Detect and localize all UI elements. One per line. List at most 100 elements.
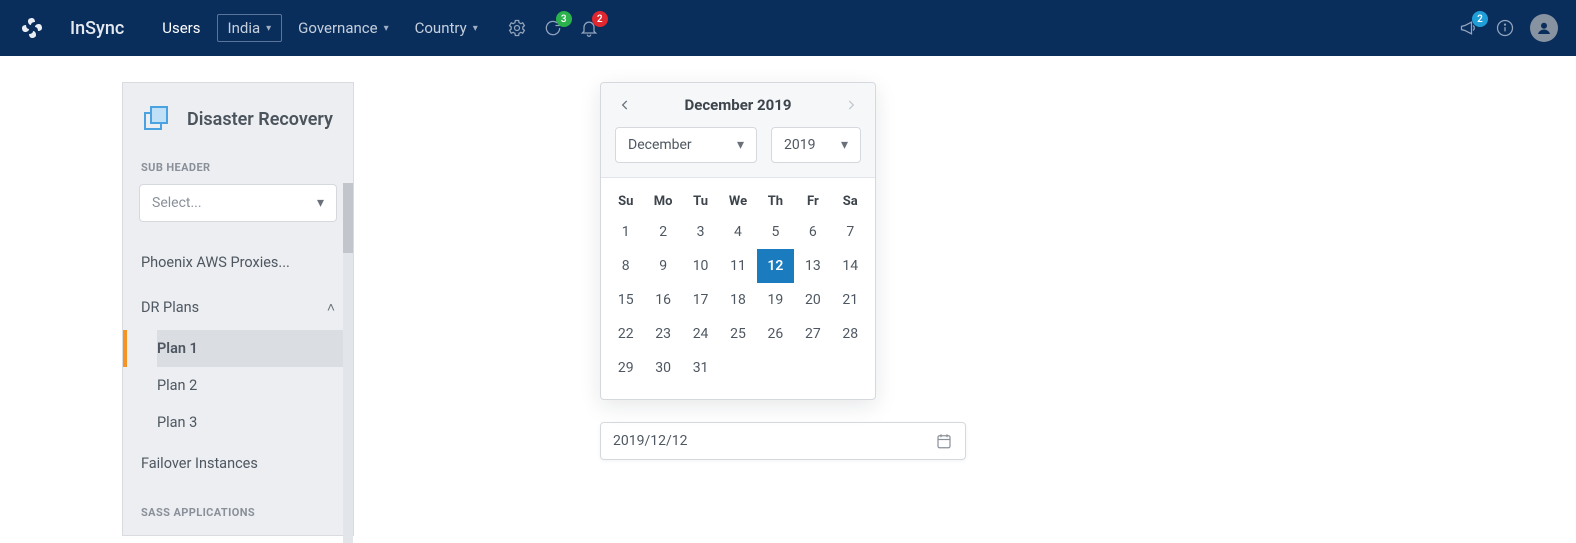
nav-item-label: Users (162, 19, 200, 37)
calendar-day[interactable]: 27 (794, 317, 831, 351)
calendar-day[interactable]: 18 (719, 283, 756, 317)
calendar-week-row: 891011121314 (607, 249, 869, 283)
nav-india[interactable]: India▾ (217, 14, 283, 42)
calendar-day[interactable]: 20 (794, 283, 831, 317)
calendar-day[interactable]: 24 (682, 317, 719, 351)
calendar-year-value: 2019 (784, 137, 815, 153)
calendar-day[interactable]: 29 (607, 351, 644, 385)
calendar-day[interactable]: 19 (757, 283, 794, 317)
sidebar-scroll-thumb[interactable] (343, 183, 353, 253)
calendar-day[interactable]: 1 (607, 215, 644, 249)
calendar-day[interactable]: 13 (794, 249, 831, 283)
sidebar-item-label: Failover Instances (141, 455, 258, 472)
calendar-grid: SuMoTuWeThFrSa 1234567891011121314151617… (601, 178, 875, 399)
chevron-down-icon: ▾ (841, 137, 848, 153)
calendar-day[interactable]: 16 (644, 283, 681, 317)
calendar-weekday: Su (607, 188, 644, 215)
calendar-day[interactable]: 6 (794, 215, 831, 249)
calendar-empty (832, 351, 869, 385)
date-input-field[interactable] (613, 433, 935, 449)
sidebar: Disaster Recovery SUB HEADER Select... ▾… (122, 82, 354, 536)
sidebar-plan-item[interactable]: Plan 1 (157, 330, 353, 367)
calendar-day[interactable]: 8 (607, 249, 644, 283)
calendar-day[interactable]: 2 (644, 215, 681, 249)
nav-users[interactable]: Users (152, 13, 210, 43)
brand-name: InSync (70, 18, 124, 39)
calendar-week-row: 15161718192021 (607, 283, 869, 317)
calendar-day[interactable]: 26 (757, 317, 794, 351)
sidebar-item-failover[interactable]: Failover Instances (123, 441, 353, 486)
calendar-next-button[interactable] (841, 95, 861, 115)
calendar-day[interactable]: 28 (832, 317, 869, 351)
calendar-day[interactable]: 21 (832, 283, 869, 317)
calendar-weekday-row: SuMoTuWeThFrSa (607, 188, 869, 215)
calendar-prev-button[interactable] (615, 95, 635, 115)
calendar-day[interactable]: 25 (719, 317, 756, 351)
announce-badge: 2 (1472, 11, 1488, 27)
bell-badge: 2 (592, 11, 608, 27)
sidebar-select[interactable]: Select... ▾ (139, 184, 337, 222)
bell-icon[interactable]: 2 (578, 17, 600, 39)
info-icon[interactable] (1494, 17, 1516, 39)
date-picker: December 2019 December ▾ 2019 ▾ (600, 82, 876, 400)
calendar-title: December 2019 (685, 96, 792, 114)
calendar-day[interactable]: 15 (607, 283, 644, 317)
calendar-day[interactable]: 30 (644, 351, 681, 385)
calendar-day[interactable]: 11 (719, 249, 756, 283)
calendar-day[interactable]: 23 (644, 317, 681, 351)
calendar-empty (719, 351, 756, 385)
sidebar-group-sass: SASS APPLICATIONS (123, 500, 353, 529)
chevron-down-icon: ▾ (384, 23, 389, 34)
calendar-weekday: Mo (644, 188, 681, 215)
date-input[interactable] (600, 422, 966, 460)
sidebar-item-proxies[interactable]: Phoenix AWS Proxies... (123, 240, 353, 285)
calendar-week-row: 1234567 (607, 215, 869, 249)
calendar-day[interactable]: 12 (757, 249, 794, 283)
nav-item-label: India (228, 19, 261, 37)
sidebar-item-dr-plans[interactable]: DR Plans ˄ (123, 285, 353, 330)
calendar-week-row: 293031 (607, 351, 869, 385)
content: Disaster Recovery SUB HEADER Select... ▾… (0, 56, 1576, 536)
chevron-down-icon: ▾ (473, 23, 478, 34)
nav-utility-icons: 3 2 (506, 17, 600, 39)
sidebar-plan-item[interactable]: Plan 2 (157, 367, 353, 404)
megaphone-icon[interactable]: 2 (1458, 17, 1480, 39)
calendar-day[interactable]: 5 (757, 215, 794, 249)
calendar-header: December 2019 December ▾ 2019 ▾ (601, 83, 875, 178)
chevron-down-icon: ▾ (737, 137, 744, 153)
gear-icon[interactable] (506, 17, 528, 39)
calendar-day[interactable]: 4 (719, 215, 756, 249)
calendar-day[interactable]: 9 (644, 249, 681, 283)
sidebar-group-subheader: SUB HEADER (123, 155, 353, 184)
topnav-right: 2 (1458, 14, 1558, 42)
calendar-day[interactable]: 22 (607, 317, 644, 351)
calendar-icon (935, 432, 953, 450)
calendar-empty (757, 351, 794, 385)
nav-item-label: Country (415, 19, 467, 37)
calendar-weekday: Tu (682, 188, 719, 215)
nav-items: Users India▾ Governance ▾ Country ▾ (152, 13, 487, 43)
refresh-icon[interactable]: 3 (542, 17, 564, 39)
calendar-year-select[interactable]: 2019 ▾ (771, 127, 861, 163)
calendar-day[interactable]: 7 (832, 215, 869, 249)
sidebar-item-label: Phoenix AWS Proxies... (141, 254, 290, 271)
sidebar-scrollbar[interactable] (343, 183, 353, 543)
calendar-weekday: Sa (832, 188, 869, 215)
calendar-weekday: Th (757, 188, 794, 215)
main: December 2019 December ▾ 2019 ▾ (354, 56, 966, 536)
calendar-day[interactable]: 10 (682, 249, 719, 283)
sidebar-plan-item[interactable]: Plan 3 (157, 404, 353, 441)
calendar-day[interactable]: 17 (682, 283, 719, 317)
nav-country[interactable]: Country ▾ (405, 13, 488, 43)
calendar-empty (794, 351, 831, 385)
calendar-body: 1234567891011121314151617181920212223242… (607, 215, 869, 385)
nav-item-label: Governance (298, 19, 377, 37)
calendar-day[interactable]: 14 (832, 249, 869, 283)
nav-governance[interactable]: Governance ▾ (288, 13, 398, 43)
topnav: InSync Users India▾ Governance ▾ Country ▾ 3 … (0, 0, 1576, 56)
chevron-up-icon: ˄ (327, 299, 335, 316)
calendar-day[interactable]: 31 (682, 351, 719, 385)
calendar-month-select[interactable]: December ▾ (615, 127, 757, 163)
calendar-day[interactable]: 3 (682, 215, 719, 249)
user-avatar[interactable] (1530, 14, 1558, 42)
